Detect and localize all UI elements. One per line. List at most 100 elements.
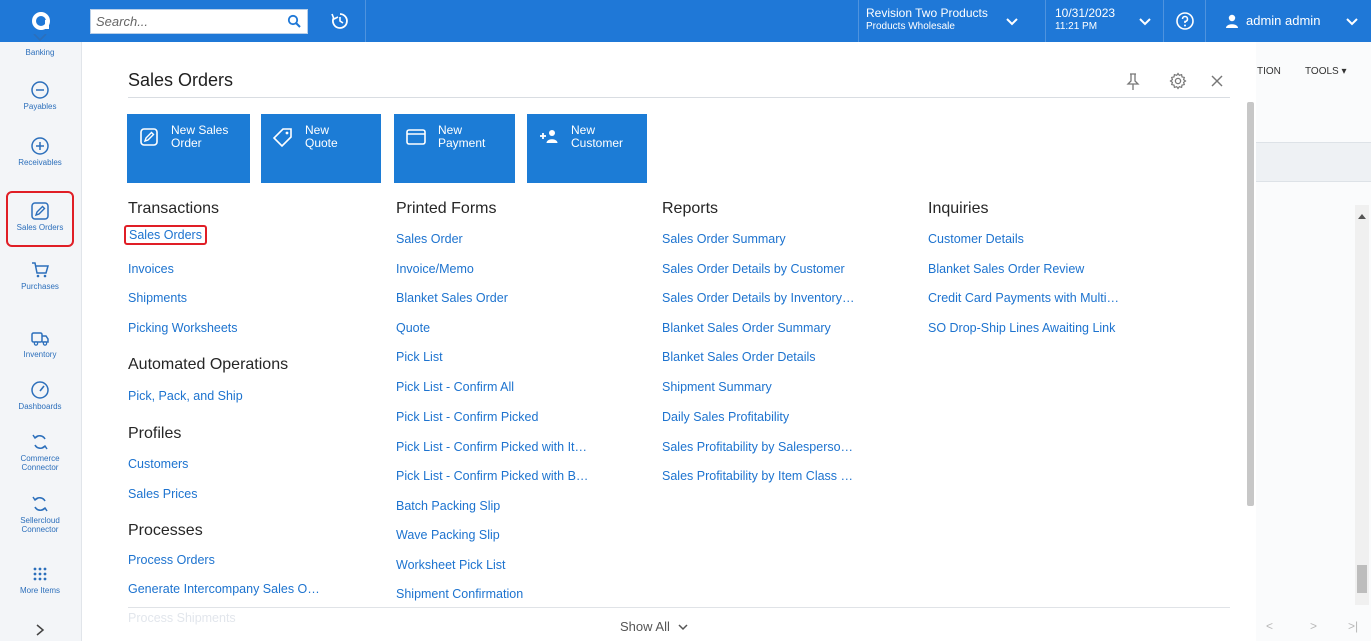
business-date: 10/31/2023 <box>1055 6 1116 20</box>
link-form-shipment-confirmation[interactable]: Shipment Confirmation <box>396 587 523 601</box>
sidebar-item-commerce-connector[interactable]: Commerce Connector <box>6 432 74 484</box>
link-form-pick-list-confirm-picked[interactable]: Pick List - Confirm Picked <box>396 410 538 424</box>
sidebar-item-sellercloud-connector[interactable]: Sellercloud Connector <box>6 494 74 546</box>
new-payment-button[interactable]: New Payment <box>394 114 515 183</box>
toolbar-tab-tools[interactable]: TOOLS ▾ <box>1305 66 1347 77</box>
show-all-button[interactable]: Show All <box>620 619 688 634</box>
user-icon <box>1226 14 1238 28</box>
expand-sidebar-icon[interactable] <box>30 622 50 638</box>
section-heading-profiles: Profiles <box>128 425 182 442</box>
section-heading-inquiries: Inquiries <box>928 200 989 217</box>
link-form-batch-packing-slip[interactable]: Batch Packing Slip <box>396 499 500 513</box>
user-menu[interactable]: admin admin <box>1210 0 1371 42</box>
pager: < > >| <box>1260 615 1371 637</box>
sidebar-item-more-items[interactable]: More Items <box>6 564 74 616</box>
sidebar-item-receivables[interactable]: Receivables <box>6 136 74 188</box>
sidebar-item-dashboards[interactable]: Dashboards <box>6 380 74 432</box>
date-selector[interactable]: 10/31/2023 11:21 PM <box>1055 4 1155 38</box>
history-icon[interactable] <box>330 11 350 31</box>
pager-next[interactable]: > <box>1310 619 1317 633</box>
sidebar-item-sales-orders[interactable]: Sales Orders <box>6 191 74 247</box>
link-form-pick-list-confirm-all[interactable]: Pick List - Confirm All <box>396 380 514 394</box>
sidebar-item-payables[interactable]: Payables <box>6 80 74 132</box>
branch-selector[interactable]: Revision Two Products Products Wholesale <box>866 4 1036 38</box>
divider <box>1205 0 1206 42</box>
link-report-shipment-summary[interactable]: Shipment Summary <box>662 380 772 394</box>
sidebar-item-label: Purchases <box>21 282 59 291</box>
search-input[interactable] <box>91 10 281 33</box>
link-sales-orders[interactable]: Sales Orders <box>124 225 207 245</box>
search-icon[interactable] <box>287 14 301 28</box>
section-heading-printed-forms: Printed Forms <box>396 200 497 217</box>
edit-icon <box>140 128 158 146</box>
edit-icon <box>31 202 49 220</box>
pin-icon[interactable] <box>1125 73 1141 91</box>
link-inquiry-blanket-review[interactable]: Blanket Sales Order Review <box>928 262 1084 276</box>
divider <box>128 97 1230 98</box>
sidebar-item-label: Commerce Connector <box>20 454 60 472</box>
sync-icon <box>32 496 48 512</box>
link-pick-pack-ship[interactable]: Pick, Pack, and Ship <box>128 389 243 403</box>
link-process-shipments[interactable]: Process Shipments <box>128 611 236 625</box>
close-icon[interactable] <box>1209 73 1225 89</box>
link-form-worksheet-pick-list[interactable]: Worksheet Pick List <box>396 558 506 572</box>
link-report-sales-order-summary[interactable]: Sales Order Summary <box>662 232 786 246</box>
link-report-blanket-summary[interactable]: Blanket Sales Order Summary <box>662 321 831 335</box>
search-box[interactable] <box>90 9 308 34</box>
link-form-sales-order[interactable]: Sales Order <box>396 232 463 246</box>
button-label: Order <box>171 136 202 150</box>
link-report-daily-profitability[interactable]: Daily Sales Profitability <box>662 410 789 424</box>
truck-icon <box>31 332 49 346</box>
new-quote-button[interactable]: New Quote <box>261 114 381 183</box>
link-form-blanket-sales-order[interactable]: Blanket Sales Order <box>396 291 508 305</box>
background-scrollbar-thumb[interactable] <box>1357 565 1367 593</box>
link-report-blanket-details[interactable]: Blanket Sales Order Details <box>662 350 816 364</box>
new-sales-order-button[interactable]: New Sales Order <box>127 114 250 183</box>
link-form-quote[interactable]: Quote <box>396 321 430 335</box>
link-form-invoice-memo[interactable]: Invoice/Memo <box>396 262 474 276</box>
link-customers[interactable]: Customers <box>128 457 188 471</box>
link-form-pick-list[interactable]: Pick List <box>396 350 443 364</box>
link-process-orders[interactable]: Process Orders <box>128 553 215 567</box>
link-report-profitability-item-class[interactable]: Sales Profitability by Item Class … <box>662 469 853 483</box>
section-heading-transactions: Transactions <box>128 200 219 217</box>
panel-scrollbar-thumb[interactable] <box>1247 102 1254 506</box>
link-report-details-by-customer[interactable]: Sales Order Details by Customer <box>662 262 845 276</box>
sidebar-item-banking[interactable]: Banking <box>6 34 74 66</box>
link-form-pick-list-confirm-picked-b[interactable]: Pick List - Confirm Picked with B… <box>396 469 588 483</box>
link-shipments[interactable]: Shipments <box>128 291 187 305</box>
link-form-wave-packing-slip[interactable]: Wave Packing Slip <box>396 528 500 542</box>
sidebar-item-label: More Items <box>19 586 60 595</box>
link-picking-worksheets[interactable]: Picking Worksheets <box>128 321 238 335</box>
pager-prev[interactable]: < <box>1266 619 1273 633</box>
scroll-up-icon[interactable] <box>1357 212 1367 220</box>
new-customer-button[interactable]: New Customer <box>527 114 647 183</box>
sidebar-item-inventory[interactable]: Inventory <box>6 328 74 380</box>
gauge-icon <box>31 381 49 399</box>
divider <box>365 0 366 42</box>
business-time: 11:21 PM <box>1055 21 1098 32</box>
toolbar-tab-action[interactable]: TION <box>1257 66 1281 77</box>
link-report-details-by-inventory[interactable]: Sales Order Details by Inventory… <box>662 291 854 305</box>
sync-icon <box>32 434 48 450</box>
divider <box>1163 0 1164 42</box>
link-inquiry-customer-details[interactable]: Customer Details <box>928 232 1024 246</box>
help-icon[interactable] <box>1175 11 1195 31</box>
button-label: Customer <box>571 136 624 150</box>
link-form-pick-list-confirm-picked-item[interactable]: Pick List - Confirm Picked with It… <box>396 440 587 454</box>
link-generate-intercompany[interactable]: Generate Intercompany Sales O… <box>128 582 320 596</box>
link-inquiry-drop-ship-lines[interactable]: SO Drop-Ship Lines Awaiting Link <box>928 321 1115 335</box>
sidebar-item-purchases[interactable]: Purchases <box>6 260 74 312</box>
link-invoices[interactable]: Invoices <box>128 262 174 276</box>
divider <box>1045 0 1046 42</box>
sales-orders-panel: Sales Orders New Sales Order New Quote N… <box>82 42 1256 641</box>
link-report-profitability-salesperson[interactable]: Sales Profitability by Salesperso… <box>662 440 853 454</box>
gear-icon[interactable] <box>1169 72 1187 90</box>
plus-circle-icon <box>31 137 49 155</box>
panel-title: Sales Orders <box>128 70 234 90</box>
background-scrollbar[interactable] <box>1355 205 1369 605</box>
link-sales-prices[interactable]: Sales Prices <box>128 487 197 501</box>
sidebar-item-label: Sellercloud Connector <box>20 516 60 534</box>
pager-last[interactable]: >| <box>1348 619 1358 633</box>
link-inquiry-credit-card-payments[interactable]: Credit Card Payments with Multi… <box>928 291 1119 305</box>
